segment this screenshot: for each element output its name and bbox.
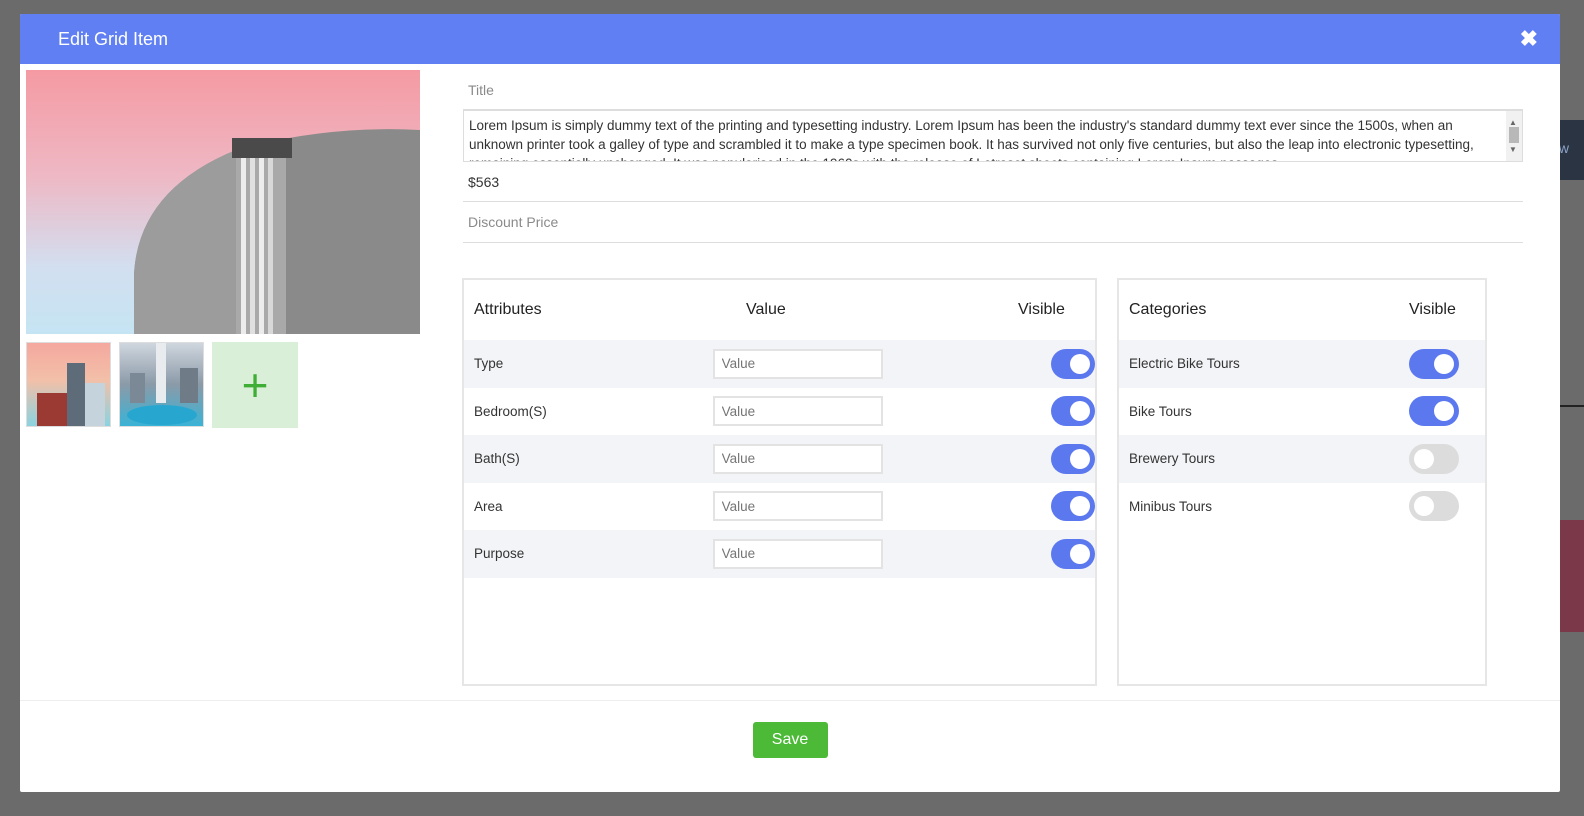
building-thumb[interactable] [26, 342, 111, 427]
scrollbar-thumb[interactable] [1509, 127, 1519, 143]
attribute-row: Bedroom(S) [464, 388, 1096, 436]
category-visible-toggle[interactable] [1409, 491, 1459, 522]
attribute-value-input[interactable] [712, 396, 883, 427]
plus-icon: + [241, 359, 269, 411]
attributes-header: Attributes Value Visible [464, 280, 1095, 340]
attribute-name: Bath(S) [474, 451, 520, 467]
building-photo [134, 129, 420, 334]
attribute-value-cell [712, 538, 952, 569]
value-heading: Value [746, 301, 786, 318]
attributes-panel: Attributes Value Visible Type Bedroom(S) B… [462, 278, 1097, 686]
city-aerial-thumb[interactable] [119, 342, 204, 427]
modal-footer: Save [20, 700, 1560, 792]
attribute-name: Purpose [474, 546, 525, 562]
thumbnail-strip: + [26, 342, 298, 428]
title-field[interactable]: Title [463, 70, 1523, 110]
attribute-visible-toggle[interactable] [1051, 396, 1096, 427]
category-row: Brewery Tours [1119, 435, 1485, 483]
price-field[interactable]: $563 [463, 162, 1523, 202]
visible-heading: Visible [1018, 301, 1065, 318]
attribute-value-input[interactable] [712, 538, 883, 569]
attribute-name: Area [474, 498, 503, 514]
attribute-value-cell [712, 443, 952, 474]
close-icon[interactable]: ✖ [1520, 28, 1538, 50]
category-row: Minibus Tours [1119, 483, 1485, 531]
attribute-row: Type [464, 340, 1096, 388]
category-name: Brewery Tours [1129, 451, 1216, 467]
main-image [26, 70, 420, 334]
categories-header: Categories Visible [1119, 280, 1485, 340]
attribute-value-cell [712, 396, 952, 427]
categories-visible-heading: Visible [1409, 301, 1456, 318]
attribute-name: Bedroom(S) [474, 403, 547, 419]
attribute-value-cell [712, 491, 952, 522]
attribute-value-input[interactable] [712, 348, 883, 379]
category-visible-toggle[interactable] [1409, 443, 1459, 474]
modal-header: Edit Grid Item ✖ [20, 14, 1560, 64]
city-aerial-graphic [127, 343, 198, 425]
category-row: Electric Bike Tours [1119, 340, 1485, 388]
edit-grid-item-modal: Edit Grid Item ✖ + Title Lorem Ipsum is … [20, 14, 1560, 792]
attributes-heading: Attributes [474, 301, 542, 318]
description-text: Lorem Ipsum is simply dummy text of the … [469, 118, 1474, 161]
categories-heading: Categories [1129, 301, 1207, 318]
attribute-value-input[interactable] [712, 443, 883, 474]
save-button[interactable]: Save [752, 722, 828, 758]
attribute-row: Bath(S) [464, 435, 1096, 483]
attribute-visible-toggle[interactable] [1051, 348, 1096, 379]
add-image-button[interactable]: + [212, 342, 298, 428]
category-visible-toggle[interactable] [1409, 396, 1459, 427]
item-form: Title Lorem Ipsum is simply dummy text o… [463, 70, 1523, 243]
description-scrollbar[interactable] [1506, 111, 1522, 161]
attribute-visible-toggle[interactable] [1051, 491, 1096, 522]
category-name: Electric Bike Tours [1129, 356, 1240, 372]
attribute-row: Purpose [464, 530, 1096, 578]
category-row: Bike Tours [1119, 388, 1485, 436]
category-visible-toggle[interactable] [1409, 348, 1459, 379]
attribute-value-input[interactable] [712, 491, 883, 522]
attribute-visible-toggle[interactable] [1051, 443, 1096, 474]
category-name: Minibus Tours [1129, 498, 1213, 514]
attribute-name: Type [474, 356, 504, 372]
discount-price-field[interactable]: Discount Price [463, 202, 1523, 243]
categories-panel: Categories Visible Electric Bike Tours Bi… [1117, 278, 1487, 686]
category-name: Bike Tours [1129, 403, 1192, 419]
modal-title: Edit Grid Item [58, 28, 169, 49]
attribute-visible-toggle[interactable] [1051, 538, 1096, 569]
description-textarea[interactable]: Lorem Ipsum is simply dummy text of the … [463, 110, 1523, 162]
attribute-value-cell [712, 348, 952, 379]
building-thumb-graphic [37, 363, 105, 426]
attribute-row: Area [464, 483, 1096, 531]
